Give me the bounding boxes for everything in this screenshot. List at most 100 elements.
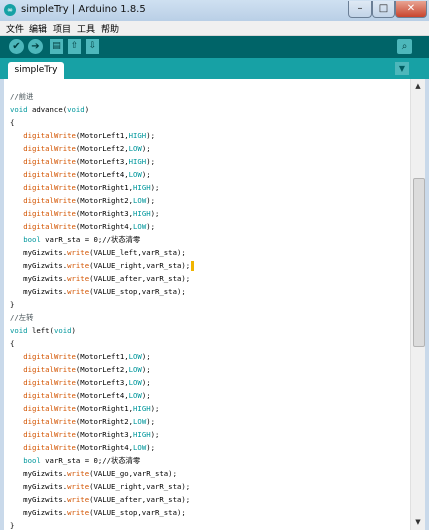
code-line[interactable]: digitalWrite(MotorLeft4,LOW); (10, 389, 410, 402)
code-token: LOW (128, 365, 142, 374)
code-token: (VALUE_right,varR_sta); (89, 261, 191, 270)
code-line[interactable]: void advance(void) (10, 103, 410, 116)
title-bar[interactable]: ∞ simpleTry | Arduino 1.8.5 – □ ✕ (0, 0, 429, 21)
maximize-button[interactable]: □ (372, 1, 395, 18)
code-line[interactable]: digitalWrite(MotorLeft2,LOW); (10, 142, 410, 155)
code-token: void (10, 326, 28, 335)
menu-edit[interactable]: 编辑 (29, 22, 47, 35)
menu-tools[interactable]: 工具 (77, 22, 95, 35)
code-token: myGizwits. (10, 495, 68, 504)
code-token: write (67, 274, 90, 283)
code-line[interactable]: digitalWrite(MotorRight4,LOW); (10, 441, 410, 454)
code-line[interactable]: digitalWrite(MotorLeft4,LOW); (10, 168, 410, 181)
code-token: ); (146, 417, 156, 426)
code-line[interactable]: myGizwits.write(VALUE_go,varR_sta); (10, 467, 410, 480)
code-line[interactable]: digitalWrite(MotorLeft3,HIGH); (10, 155, 410, 168)
code-line[interactable]: bool varR_sta = 0;//状态清零 (10, 233, 410, 246)
tab-menu-button[interactable]: ▼ (395, 62, 409, 75)
verify-button[interactable]: ✔ (9, 39, 24, 54)
code-token: ); (141, 391, 151, 400)
code-token: (MotorLeft4, (75, 170, 129, 179)
code-token: bool (23, 235, 41, 244)
code-token: HIGH (128, 157, 147, 166)
code-line[interactable]: myGizwits.write(VALUE_left,varR_sta); (10, 246, 410, 259)
code-line[interactable]: digitalWrite(MotorRight1,HIGH); (10, 181, 410, 194)
code-line[interactable]: myGizwits.write(VALUE_right,varR_sta); (10, 480, 410, 493)
scroll-down-arrow-icon[interactable]: ▼ (411, 515, 425, 530)
code-token: digitalWrite (23, 157, 76, 166)
close-button[interactable]: ✕ (395, 1, 427, 18)
code-area[interactable]: //前进 void advance(void){ digitalWrite(Mot… (10, 90, 410, 530)
code-line[interactable]: myGizwits.write(VALUE_stop,varR_sta); (10, 506, 410, 519)
code-line[interactable]: myGizwits.write(VALUE_stop,varR_sta); (10, 285, 410, 298)
open-button[interactable]: ⇧ (68, 39, 81, 54)
code-line[interactable]: digitalWrite(MotorLeft2,LOW); (10, 363, 410, 376)
code-token: myGizwits. (10, 482, 68, 491)
code-token: digitalWrite (23, 404, 76, 413)
code-token: LOW (133, 222, 147, 231)
code-line[interactable]: //左转 (10, 311, 410, 324)
code-token: ); (150, 404, 160, 413)
code-token: HIGH (128, 131, 147, 140)
code-token: HIGH (133, 209, 151, 218)
code-token: ) (84, 105, 90, 114)
code-line[interactable]: //前进 (10, 90, 410, 103)
menu-file[interactable]: 文件 (6, 22, 24, 35)
check-icon: ✔ (12, 41, 21, 52)
code-line[interactable]: digitalWrite(MotorRight2,LOW); (10, 415, 410, 428)
menu-sketch[interactable]: 项目 (53, 22, 71, 35)
code-token: HIGH (133, 430, 151, 439)
code-token: myGizwits. (10, 261, 68, 270)
code-line[interactable]: digitalWrite(MotorLeft1,HIGH); (10, 129, 410, 142)
code-token: ); (146, 443, 156, 452)
tab-simpletry[interactable]: simpleTry (8, 62, 64, 79)
code-line[interactable]: digitalWrite(MotorRight3,HIGH); (10, 428, 410, 441)
code-line[interactable]: digitalWrite(MotorRight3,HIGH); (10, 207, 410, 220)
code-line[interactable]: void left(void) (10, 324, 410, 337)
scrollbar-thumb[interactable] (413, 178, 425, 347)
menu-help[interactable]: 帮助 (101, 22, 119, 35)
code-line[interactable]: { (10, 337, 410, 350)
save-button[interactable]: ⇩ (86, 39, 99, 54)
code-line[interactable]: digitalWrite(MotorRight1,HIGH); (10, 402, 410, 415)
code-token: bool (23, 456, 41, 465)
vertical-scrollbar[interactable]: ▲ ▼ (410, 79, 425, 530)
code-line[interactable]: digitalWrite(MotorLeft3,LOW); (10, 376, 410, 389)
code-token: HIGH (133, 183, 151, 192)
code-token: write (67, 482, 90, 491)
arrow-up-icon: ⇧ (70, 41, 79, 51)
code-line[interactable]: digitalWrite(MotorLeft1,LOW); (10, 350, 410, 363)
code-line[interactable]: { (10, 116, 410, 129)
code-token: (VALUE_right,varR_sta); (89, 482, 191, 491)
code-token: ); (141, 378, 151, 387)
code-token: (MotorRight1, (75, 183, 134, 192)
scroll-up-arrow-icon[interactable]: ▲ (411, 79, 425, 94)
code-line[interactable]: myGizwits.write(VALUE_right,varR_sta); (10, 259, 410, 272)
code-line[interactable]: myGizwits.write(VALUE_after,varR_sta); (10, 272, 410, 285)
code-token: (MotorLeft1, (75, 352, 129, 361)
code-line[interactable]: } (10, 519, 410, 530)
serial-monitor-button[interactable]: ⌕ (397, 39, 412, 54)
code-line[interactable]: bool varR_sta = 0;//状态清零 (10, 454, 410, 467)
code-line[interactable]: digitalWrite(MotorRight4,LOW); (10, 220, 410, 233)
minimize-button[interactable]: – (348, 1, 372, 18)
code-token: LOW (128, 391, 142, 400)
code-token: (MotorRight4, (75, 222, 134, 231)
code-line[interactable]: } (10, 298, 410, 311)
code-editor[interactable]: //前进 void advance(void){ digitalWrite(Mot… (4, 79, 410, 530)
code-line[interactable]: myGizwits.write(VALUE_after,varR_sta); (10, 493, 410, 506)
code-token: ) (71, 326, 76, 335)
code-token: (VALUE_go,varR_sta); (89, 469, 177, 478)
code-line[interactable]: digitalWrite(MotorRight2,LOW); (10, 194, 410, 207)
upload-button[interactable]: ➔ (28, 39, 43, 54)
code-token: ); (146, 196, 156, 205)
new-button[interactable]: ▤ (50, 39, 63, 54)
code-token: digitalWrite (23, 391, 76, 400)
